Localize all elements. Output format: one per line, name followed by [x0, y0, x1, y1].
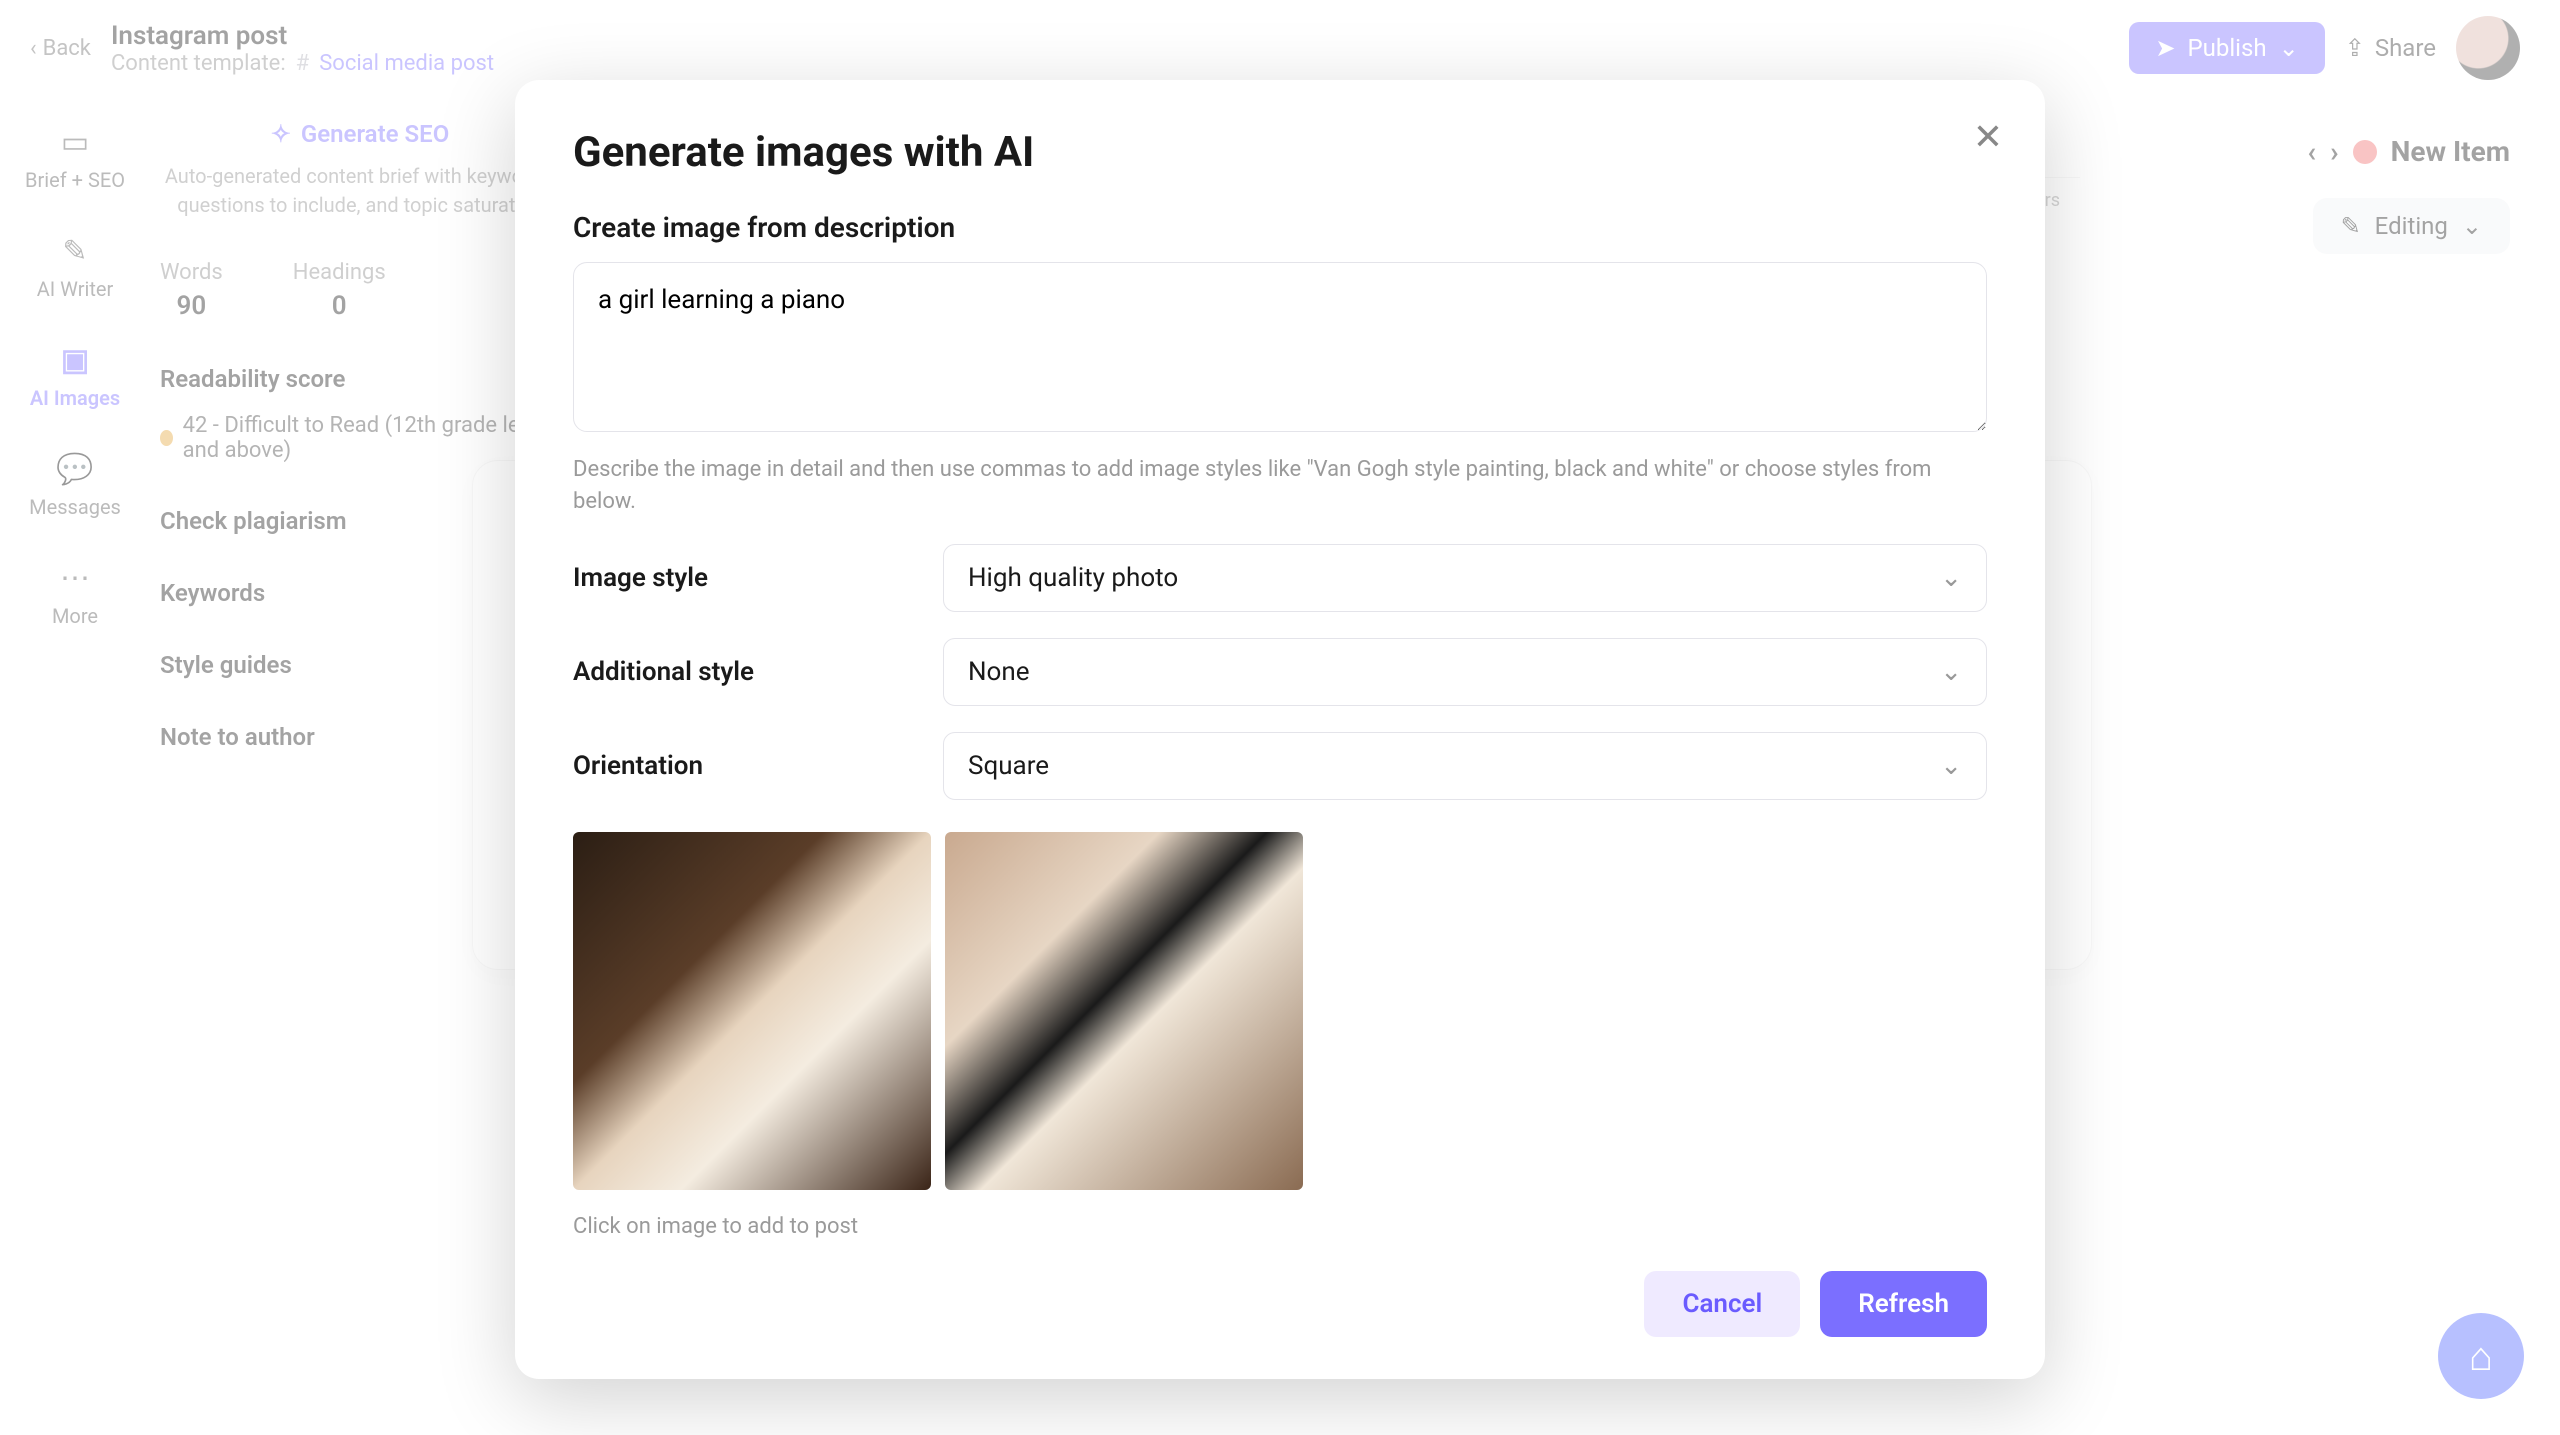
- description-hint: Describe the image in detail and then us…: [573, 454, 1987, 518]
- orientation-label: Orientation: [573, 751, 943, 781]
- additional-style-value: None: [968, 657, 1030, 687]
- additional-style-label: Additional style: [573, 657, 943, 687]
- orientation-value: Square: [968, 751, 1049, 781]
- refresh-button[interactable]: Refresh: [1820, 1271, 1987, 1337]
- add-to-post-hint: Click on image to add to post: [573, 1214, 1987, 1239]
- description-label: Create image from description: [573, 211, 1987, 244]
- thumbnail-row: [573, 832, 1987, 1190]
- image-style-value: High quality photo: [968, 563, 1178, 593]
- image-style-select[interactable]: High quality photo: [943, 544, 1987, 612]
- generated-image-1[interactable]: [573, 832, 931, 1190]
- orientation-select[interactable]: Square: [943, 732, 1987, 800]
- generated-image-2[interactable]: [945, 832, 1303, 1190]
- modal-title: Generate images with AI: [573, 128, 1987, 177]
- ai-image-modal: ✕ Generate images with AI Create image f…: [515, 80, 2045, 1379]
- close-icon: ✕: [1973, 116, 2003, 158]
- close-button[interactable]: ✕: [1973, 116, 2003, 158]
- cancel-button[interactable]: Cancel: [1644, 1271, 1800, 1337]
- modal-overlay: ✕ Generate images with AI Create image f…: [0, 0, 2560, 1435]
- image-style-label: Image style: [573, 563, 943, 593]
- description-input[interactable]: [573, 262, 1987, 432]
- additional-style-select[interactable]: None: [943, 638, 1987, 706]
